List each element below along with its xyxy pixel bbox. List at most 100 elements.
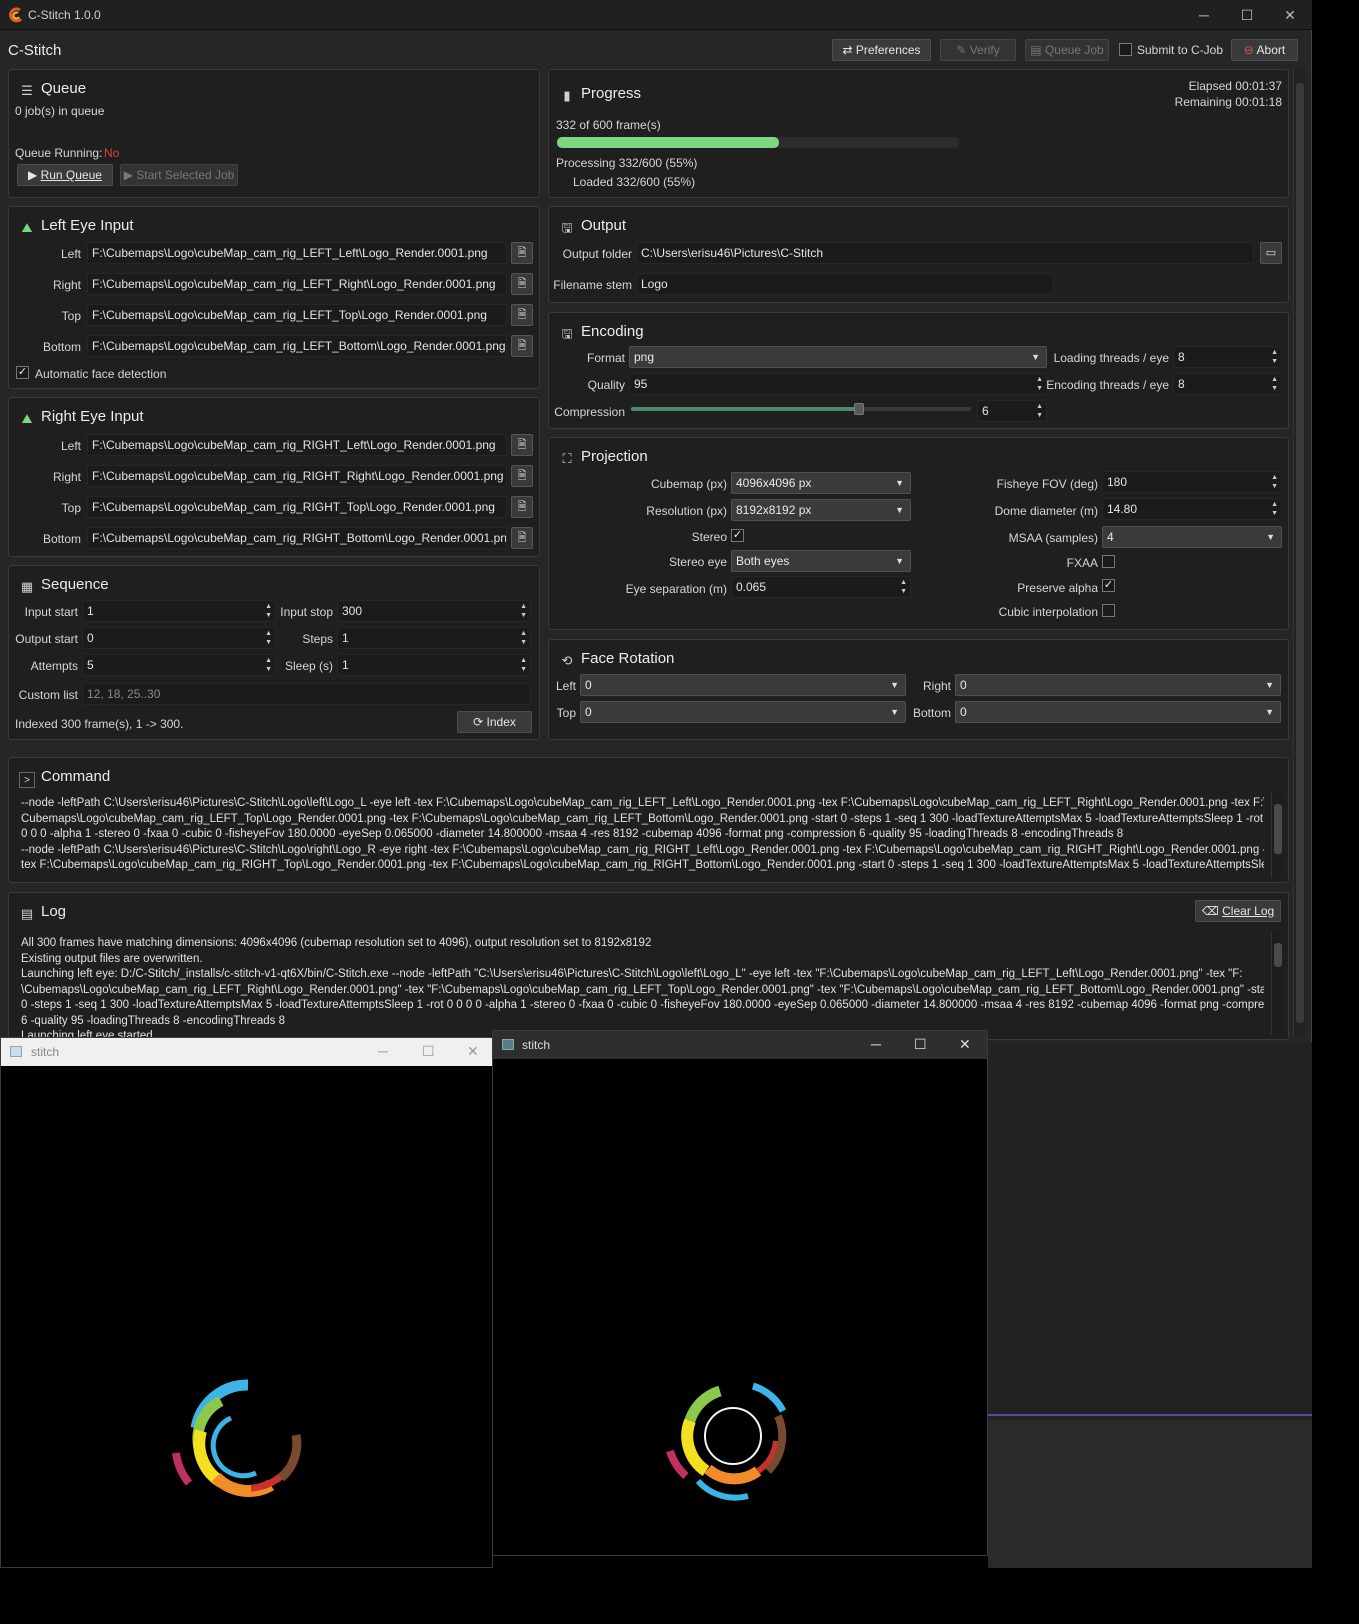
rotation-top-combo[interactable]: 0 ▼ (580, 701, 906, 723)
rotation-bottom-combo[interactable]: 0 ▼ (955, 701, 1281, 723)
output-folder-input[interactable]: C:\Users\erisu46\Pictures\C-Stitch (636, 242, 1254, 264)
maximize-icon[interactable]: ☐ (1237, 6, 1257, 24)
right-eye-left-path[interactable]: F:\Cubemaps\Logo\cubeMap_cam_rig_RIGHT_L… (87, 434, 507, 456)
browse-file-icon[interactable]: 🗎 (511, 465, 533, 487)
input-stop-spinbox[interactable]: 300 ▲ ▼ (337, 600, 531, 622)
browse-file-icon[interactable]: 🗎 (511, 527, 533, 549)
close-icon[interactable]: ✕ (1280, 6, 1300, 24)
fisheye-fov-spinbox[interactable]: 180 ▲ ▼ (1102, 471, 1282, 493)
eye-separation-spinbox[interactable]: 0.065 ▲ ▼ (731, 576, 911, 598)
close-icon[interactable]: ✕ (959, 1036, 971, 1053)
scrollbar-thumb[interactable] (1296, 83, 1304, 1023)
loading-threads-label: Loading threads / eye (1053, 351, 1169, 365)
preferences-button[interactable]: ⇄ Preferences (832, 39, 931, 61)
left-eye-left-path[interactable]: F:\Cubemaps\Logo\cubeMap_cam_rig_LEFT_Le… (87, 242, 507, 264)
spin-arrows-icon[interactable]: ▲ ▼ (265, 656, 272, 674)
spin-arrows-icon[interactable]: ▲ ▼ (1036, 402, 1043, 420)
preserve-alpha-checkbox[interactable]: ✓ (1102, 579, 1115, 592)
close-icon[interactable]: ✕ (467, 1043, 479, 1060)
spin-arrows-icon[interactable]: ▲ ▼ (265, 629, 272, 647)
browse-file-icon[interactable]: 🗎 (511, 434, 533, 456)
filename-stem-input[interactable]: Logo (636, 273, 1054, 295)
main-scrollbar[interactable] (1293, 69, 1305, 1035)
command-line: tex F:\Cubemaps\Logo\cubeMap_cam_rig_RIG… (21, 859, 1264, 871)
compression-slider-track[interactable] (631, 403, 971, 415)
right-eye-right-path[interactable]: F:\Cubemaps\Logo\cubeMap_cam_rig_RIGHT_R… (87, 465, 507, 487)
abort-button[interactable]: ⊖ Abort (1231, 39, 1298, 61)
compression-slider-handle[interactable] (853, 403, 864, 415)
left-eye-right-path[interactable]: F:\Cubemaps\Logo\cubeMap_cam_rig_LEFT_Ri… (87, 273, 507, 295)
resolution-combo[interactable]: 8192x8192 px ▼ (731, 499, 911, 521)
sequence-panel: ▦ Sequence Input start 1 ▲ ▼ Input stop 300… (8, 565, 540, 740)
steps-spinbox[interactable]: 1 ▲ ▼ (337, 627, 531, 649)
eye-separation-label: Eye separation (m) (625, 582, 727, 596)
attempts-spinbox[interactable]: 5 ▲ ▼ (82, 654, 276, 676)
left-eye-top-path[interactable]: F:\Cubemaps\Logo\cubeMap_cam_rig_LEFT_To… (87, 304, 507, 326)
compression-label: Compression (554, 405, 625, 419)
stereo-checkbox[interactable]: ✓ (731, 529, 744, 542)
log-text[interactable]: All 300 frames have matching dimensions:… (21, 936, 1264, 1039)
cubic-interpolation-checkbox[interactable] (1102, 604, 1115, 617)
maximize-icon[interactable]: ☐ (914, 1036, 927, 1053)
right-eye-bottom-path[interactable]: F:\Cubemaps\Logo\cubeMap_cam_rig_RIGHT_B… (87, 527, 507, 549)
left-eye-bottom-path[interactable]: F:\Cubemaps\Logo\cubeMap_cam_rig_LEFT_Bo… (87, 335, 507, 357)
spin-arrows-icon[interactable]: ▲ ▼ (520, 629, 527, 647)
command-text[interactable]: --node -leftPath C:\Users\erisu46\Pictur… (21, 796, 1264, 872)
progress-bar-fill (557, 137, 780, 148)
submit-cjob-checkbox[interactable] (1119, 43, 1132, 56)
scrollbar-thumb[interactable] (1274, 804, 1282, 854)
spin-arrows-icon[interactable]: ▲ ▼ (1271, 348, 1278, 366)
stereo-eye-combo[interactable]: Both eyes ▼ (731, 550, 911, 572)
msaa-combo[interactable]: 4 ▼ (1102, 526, 1282, 548)
start-selected-job-button[interactable]: ▶ Start Selected Job (120, 164, 238, 186)
right-eye-bottom-label: Bottom (42, 532, 81, 546)
encoding-threads-spinbox[interactable]: 8 ▲ ▼ (1173, 373, 1282, 395)
minimize-icon[interactable]: ─ (871, 1036, 881, 1052)
input-stop-label: Input stop (280, 605, 333, 619)
run-queue-button[interactable]: ▶ Run Queue (17, 164, 113, 186)
browse-file-icon[interactable]: 🗎 (511, 496, 533, 518)
custom-list-input[interactable]: 12, 18, 25..30 (82, 683, 531, 705)
dome-diameter-spinbox[interactable]: 14.80 ▲ ▼ (1102, 498, 1282, 520)
browse-file-icon[interactable]: 🗎 (511, 335, 533, 357)
rotation-left-combo[interactable]: 0 ▼ (580, 674, 906, 696)
rotation-right-combo[interactable]: 0 ▼ (955, 674, 1281, 696)
sleep-spinbox[interactable]: 1 ▲ ▼ (337, 654, 531, 676)
stitched-logo-right (666, 1382, 787, 1501)
browse-file-icon[interactable]: 🗎 (511, 242, 533, 264)
app-name: C-Stitch (8, 42, 62, 59)
command-scrollbar[interactable] (1271, 792, 1283, 878)
format-combo[interactable]: png ▼ (629, 346, 1047, 368)
left-eye-top-label: Top (61, 309, 81, 323)
index-button[interactable]: ⟳ Index (457, 711, 532, 733)
input-start-spinbox[interactable]: 1 ▲ ▼ (82, 600, 276, 622)
spin-arrows-icon[interactable]: ▲ ▼ (900, 578, 907, 596)
spin-arrows-icon[interactable]: ▲ ▼ (265, 602, 272, 620)
clear-log-button[interactable]: ⌫ Clear Log (1195, 900, 1281, 922)
minimize-icon[interactable]: ─ (1194, 6, 1214, 24)
spin-arrows-icon[interactable]: ▲ ▼ (520, 656, 527, 674)
loading-threads-spinbox[interactable]: 8 ▲ ▼ (1173, 346, 1282, 368)
folder-icon[interactable]: ▭ (1260, 242, 1282, 264)
cubemap-combo[interactable]: 4096x4096 px ▼ (731, 472, 911, 494)
background-divider (988, 1414, 1312, 1416)
queue-job-button[interactable]: ▤ Queue Job (1025, 39, 1109, 61)
browse-file-icon[interactable]: 🗎 (511, 273, 533, 295)
verify-button[interactable]: ✎ Verify (940, 39, 1016, 61)
spin-arrows-icon[interactable]: ▲ ▼ (1271, 473, 1278, 491)
spin-arrows-icon[interactable]: ▲ ▼ (1271, 375, 1278, 393)
fxaa-checkbox[interactable] (1102, 555, 1115, 568)
scrollbar-thumb[interactable] (1274, 943, 1282, 967)
spin-arrows-icon[interactable]: ▲ ▼ (1036, 375, 1043, 393)
maximize-icon[interactable]: ☐ (422, 1043, 435, 1060)
minimize-icon[interactable]: ─ (378, 1043, 388, 1059)
log-scrollbar[interactable] (1271, 931, 1283, 1035)
spin-arrows-icon[interactable]: ▲ ▼ (520, 602, 527, 620)
quality-spinbox[interactable]: 95 ▲ ▼ (629, 373, 1047, 395)
output-start-spinbox[interactable]: 0 ▲ ▼ (82, 627, 276, 649)
right-eye-top-path[interactable]: F:\Cubemaps\Logo\cubeMap_cam_rig_RIGHT_T… (87, 496, 507, 518)
compression-spinbox[interactable]: 6 ▲ ▼ (977, 400, 1047, 422)
spin-arrows-icon[interactable]: ▲ ▼ (1271, 500, 1278, 518)
browse-file-icon[interactable]: 🗎 (511, 304, 533, 326)
auto-face-detection-checkbox[interactable]: ✓ (16, 366, 29, 379)
